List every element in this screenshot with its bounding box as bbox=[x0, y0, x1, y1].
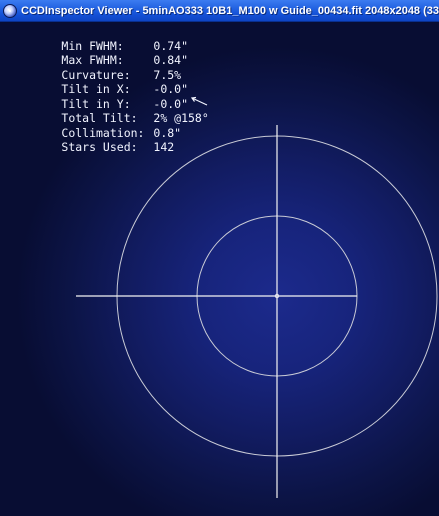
stat-label: Min FWHM: bbox=[61, 38, 124, 53]
stat-value: 142 bbox=[153, 140, 175, 154]
stat-value: -0.0" bbox=[153, 96, 189, 111]
stat-value: 0.8" bbox=[153, 125, 182, 140]
stat-value: 0.84" bbox=[153, 53, 189, 67]
title-bar[interactable]: CCDInspector Viewer - 5minAO333 10B1_M10… bbox=[0, 0, 439, 22]
stat-label: Curvature: bbox=[61, 67, 131, 82]
stat-value: 0.74" bbox=[153, 38, 189, 53]
stat-label: Tilt in Y: bbox=[61, 96, 131, 111]
stat-label: Collimation: bbox=[61, 125, 145, 140]
stat-value: -0.0" bbox=[153, 82, 189, 96]
stat-value: 7.5% bbox=[153, 67, 182, 82]
stat-value: 2% @158° bbox=[153, 111, 209, 125]
stat-label: Tilt in X: bbox=[61, 82, 131, 96]
stat-label: Total Tilt: bbox=[61, 111, 138, 125]
stats-panel: Min FWHM: 0.74" Max FWHM: 0.84" Curvature:… bbox=[6, 24, 209, 155]
tilt-direction-arrow-icon bbox=[190, 96, 208, 106]
ccdinspector-viewer-window: CCDInspector Viewer - 5minAO333 10B1_M10… bbox=[0, 0, 439, 516]
stat-min-fwhm: Min FWHM: 0.74" bbox=[6, 24, 209, 53]
window-title: CCDInspector Viewer - 5minAO333 10B1_M10… bbox=[21, 4, 439, 17]
stat-label: Stars Used: bbox=[61, 140, 138, 154]
image-viewer[interactable]: Min FWHM: 0.74" Max FWHM: 0.84" Curvature:… bbox=[0, 22, 439, 516]
app-icon[interactable] bbox=[3, 3, 17, 18]
stat-label: Max FWHM: bbox=[61, 53, 124, 67]
